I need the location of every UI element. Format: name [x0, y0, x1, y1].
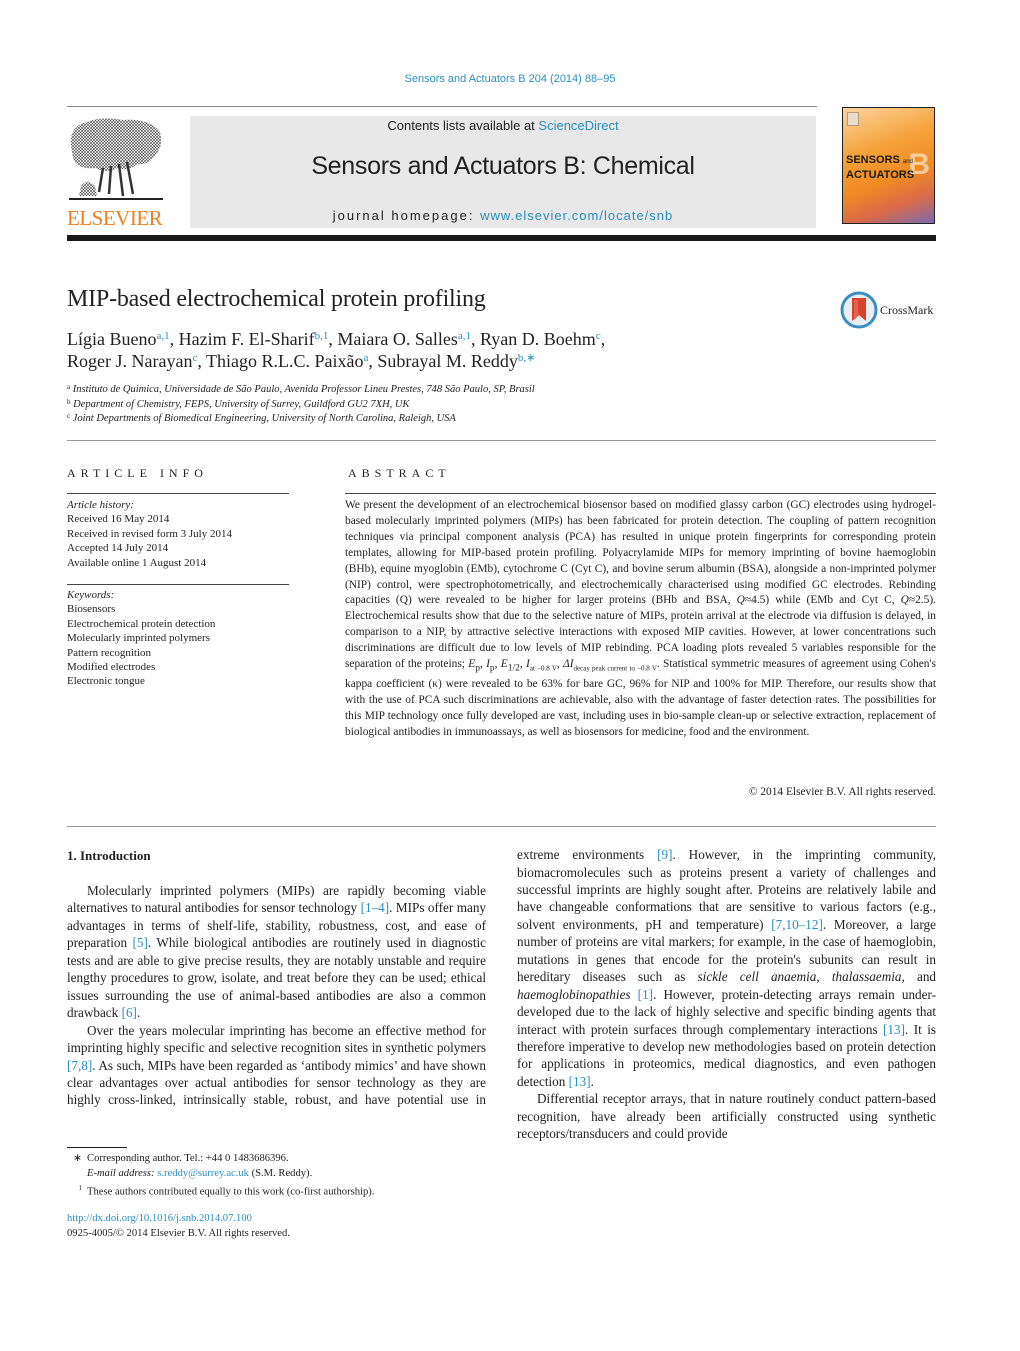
doi-link[interactable]: http://dx.doi.org/10.1016/j.snb.2014.07.…	[67, 1212, 290, 1227]
history-item: Available online 1 August 2014	[67, 556, 207, 569]
abstract-copyright: © 2014 Elsevier B.V. All rights reserved…	[748, 786, 936, 798]
footnote-rule	[67, 1147, 127, 1148]
paragraph: Over the years molecular imprinting has …	[67, 1022, 486, 1108]
footnotes: ∗ Corresponding author. Tel.: +44 0 14836…	[67, 1152, 374, 1200]
abstract-rule	[345, 493, 936, 494]
author-list: Lígia Buenoa,1, Hazim F. El-Sharifb,1, M…	[67, 329, 606, 371]
elsevier-tree-icon	[69, 118, 163, 200]
history-item: Received 16 May 2014	[67, 513, 170, 526]
affiliations: a Instituto de Quimica, Universidade de …	[67, 383, 535, 427]
journal-citation[interactable]: Sensors and Actuators B 204 (2014) 88–95	[0, 73, 1020, 85]
reference-link[interactable]: [13]	[569, 1074, 591, 1089]
keyword: Electrochemical protein detection	[67, 617, 216, 630]
affiliation: c Joint Departments of Biomedical Engine…	[67, 412, 456, 425]
author[interactable]: Ryan D. Boehmc	[480, 329, 601, 349]
keyword: Molecularly imprinted polymers	[67, 632, 210, 645]
paragraph: Differential receptor arrays, that in na…	[517, 1091, 936, 1142]
author[interactable]: Hazim F. El-Sharifb,1	[179, 329, 329, 349]
paragraph: Molecularly imprinted polymers (MIPs) ar…	[67, 883, 486, 1021]
homepage-link[interactable]: www.elsevier.com/locate/snb	[480, 208, 673, 223]
keyword: Biosensors	[67, 603, 116, 616]
author[interactable]: Subrayal M. Reddyb,∗	[377, 351, 535, 371]
reference-link[interactable]: [1]	[638, 987, 653, 1002]
header-rule	[67, 106, 817, 107]
crossmark-label: CrossMark	[880, 303, 934, 317]
contents-line: Contents lists available at ScienceDirec…	[387, 118, 619, 133]
issn-copyright: 0925-4005/© 2014 Elsevier B.V. All right…	[67, 1227, 290, 1239]
column-continuation: Molecularly imprinted polymers (MIPs) ar…	[517, 846, 936, 1143]
crossmark-button[interactable]: CrossMark	[840, 291, 940, 329]
abstract-bottom-rule	[67, 826, 936, 827]
abstract-text: We present the development of an electro…	[345, 499, 936, 738]
journal-title: Sensors and Actuators B: Chemical	[311, 152, 695, 180]
footnote-equal-contribution: 1 These authors contributed equally to th…	[78, 1184, 375, 1198]
article-info-heading: ARTICLE INFO	[67, 466, 208, 480]
footnote-email: E-mail address: s.reddy@surrey.ac.uk (S.…	[87, 1167, 313, 1179]
header-thick-rule	[67, 235, 936, 241]
keyword: Electronic tongue	[67, 675, 145, 688]
journal-homepage: journal homepage: www.elsevier.com/locat…	[332, 208, 674, 223]
keyword: Modified electrodes	[67, 661, 156, 674]
history-item: Accepted 14 July 2014	[67, 542, 169, 555]
reference-link[interactable]: [7,8]	[67, 1058, 92, 1073]
abstract-heading: ABSTRACT	[348, 466, 451, 480]
reference-link[interactable]: [6]	[122, 1005, 137, 1020]
history-item: Received in revised form 3 July 2014	[67, 527, 232, 540]
footnote-corresponding: ∗ Corresponding author. Tel.: +44 0 14836…	[73, 1153, 289, 1164]
author[interactable]: Thiago R.L.C. Paixãoa	[206, 351, 368, 371]
body-column-right: Molecularly imprinted polymers (MIPs) ar…	[517, 846, 936, 1195]
doi-block: http://dx.doi.org/10.1016/j.snb.2014.07.…	[67, 1212, 290, 1241]
paragraph: Over the years molecular imprinting has …	[517, 847, 936, 1089]
article-info-rule	[67, 493, 289, 494]
reference-link[interactable]: [1–4]	[361, 900, 390, 915]
emphasis: thalassaemia	[831, 969, 902, 985]
body-column-left: Molecularly imprinted polymers (MIPs) ar…	[67, 882, 486, 1109]
reference-link[interactable]: [9]	[657, 847, 672, 862]
affiliations-rule	[67, 440, 936, 441]
reference-link[interactable]: [13]	[883, 1022, 905, 1037]
author[interactable]: Roger J. Narayanc	[67, 351, 197, 371]
author[interactable]: Maiara O. Sallesa,1	[337, 329, 471, 349]
cover-title: SENSORS and ACTUATORS	[846, 154, 915, 181]
crossmark-icon	[840, 291, 878, 329]
keywords: Keywords: Biosensors Electrochemical pro…	[67, 589, 216, 688]
affiliation: a Instituto de Quimica, Universidade de …	[67, 383, 535, 396]
article-title: MIP-based electrochemical protein profil…	[67, 286, 486, 312]
reference-link[interactable]: [5]	[133, 935, 148, 950]
affiliation: b Department of Chemistry, FEPS, Univers…	[67, 397, 410, 410]
section-heading-introduction: 1. Introduction	[67, 848, 151, 863]
author[interactable]: Lígia Buenoa,1	[67, 329, 170, 349]
journal-header: Contents lists available at ScienceDirec…	[190, 116, 816, 228]
article-history: Article history: Received 16 May 2014 Re…	[67, 499, 232, 569]
cover-publisher-badge	[847, 112, 859, 126]
journal-cover[interactable]: B SENSORS and ACTUATORS	[842, 107, 935, 224]
keywords-rule	[67, 584, 289, 585]
sciencedirect-link[interactable]: ScienceDirect	[538, 118, 618, 133]
citation-link[interactable]: Sensors and Actuators B 204 (2014) 88–95	[405, 73, 616, 85]
emphasis: sickle cell anaemia	[697, 969, 817, 985]
elsevier-wordmark: ELSEVIER	[67, 206, 163, 230]
email-link[interactable]: s.reddy@surrey.ac.uk	[157, 1168, 249, 1179]
keyword: Pattern recognition	[67, 646, 152, 659]
emphasis: haemoglobinopathies	[517, 986, 631, 1002]
reference-link[interactable]: [7,10–12]	[771, 917, 823, 932]
